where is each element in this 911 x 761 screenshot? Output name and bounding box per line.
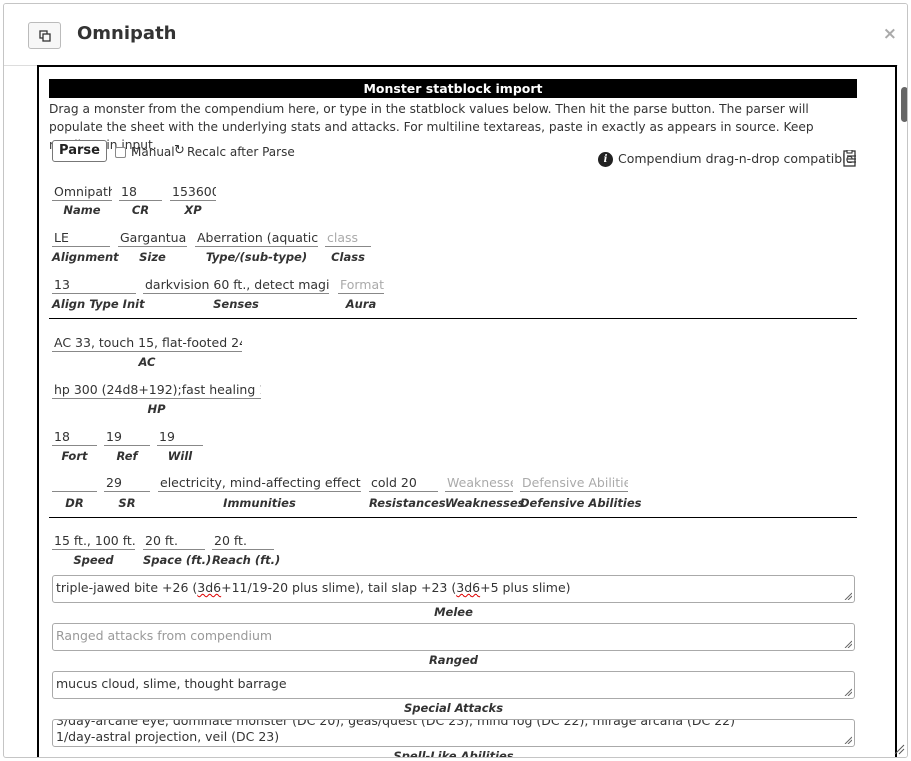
size-field[interactable]: Gargantuan <box>118 229 187 247</box>
type-field[interactable]: Aberration (aquatic) <box>195 229 318 247</box>
manual-checkbox[interactable] <box>115 147 126 158</box>
melee-textarea[interactable]: triple-jawed bite +26 (3d6+11/19-20 plus… <box>52 575 855 603</box>
dialog-title: Omnipath <box>77 23 177 44</box>
melee-label: Melee <box>434 605 473 619</box>
xp-label: XP <box>184 203 202 217</box>
spell-like-line: 3/day-arcane eye, dominate monster (DC 2… <box>56 719 735 728</box>
senses-field[interactable]: darkvision 60 ft., detect magic <box>143 276 329 294</box>
ac-label: AC <box>138 355 156 369</box>
aura-field[interactable]: Format <box>338 276 384 294</box>
defensive-abilities-label: Defensive Abilities <box>520 496 642 510</box>
sr-label: SR <box>118 496 136 510</box>
sr-field[interactable]: 29 <box>104 474 150 492</box>
close-icon[interactable]: × <box>883 24 897 44</box>
special-attacks-textarea[interactable]: mucus cloud, slime, thought barrage <box>52 671 855 699</box>
dr-label: DR <box>65 496 84 510</box>
recalc-label: Recalc after Parse <box>187 145 295 159</box>
special-attacks-label: Special Attacks <box>403 701 504 715</box>
hp-label: HP <box>147 402 166 416</box>
speed-label: Speed <box>73 553 114 567</box>
dr-field[interactable] <box>52 474 97 492</box>
immunities-field[interactable]: electricity, mind-affecting effects <box>158 474 361 492</box>
will-label: Will <box>167 449 193 463</box>
compendium-compat-label: Compendium drag-n-drop compatible <box>618 151 854 166</box>
spell-like-line: 1/day-astral projection, veil (DC 23) <box>56 729 280 744</box>
cr-label: CR <box>131 203 150 217</box>
dialog-resize-icon[interactable] <box>894 744 905 755</box>
refresh-icon: ↻ <box>174 143 185 158</box>
reach-label: Reach (ft.) <box>212 553 281 567</box>
aura-label: Aura <box>345 297 377 311</box>
ref-label: Ref <box>116 449 138 463</box>
scrollbar-thumb[interactable] <box>901 87 907 122</box>
reach-field[interactable]: 20 ft. <box>212 532 274 550</box>
weaknesses-label: Weaknesses <box>445 496 525 510</box>
ac-field[interactable]: AC 33, touch 15, flat-footed 24 <box>52 334 242 352</box>
resize-grip-icon[interactable] <box>844 688 852 696</box>
speed-field[interactable]: 15 ft., 100 ft. <box>52 532 135 550</box>
statblock-form: Monster statblock import Drag a monster … <box>37 65 897 758</box>
xp-field[interactable]: 153600 <box>170 183 216 201</box>
popout-button[interactable] <box>28 22 61 49</box>
ranged-label: Ranged <box>428 653 479 667</box>
init-field[interactable]: 13 <box>52 276 136 294</box>
name-label: Name <box>63 203 101 217</box>
section-divider <box>49 517 857 518</box>
section-divider <box>49 318 857 319</box>
spell-like-textarea[interactable]: 3/day-arcane eye, dominate monster (DC 2… <box>52 719 855 747</box>
fort-label: Fort <box>61 449 88 463</box>
fort-field[interactable]: 18 <box>52 428 97 446</box>
class-field[interactable]: class <box>325 229 371 247</box>
resize-grip-icon[interactable] <box>844 592 852 600</box>
space-field[interactable]: 20 ft. <box>143 532 205 550</box>
popout-icon <box>39 30 51 42</box>
type-label: Type/(sub-type) <box>205 250 308 264</box>
immunities-label: Immunities <box>223 496 296 510</box>
clipboard-icon <box>843 150 856 167</box>
ref-field[interactable]: 19 <box>104 428 150 446</box>
alignment-field[interactable]: LE <box>52 229 110 247</box>
manual-label: Manual <box>131 145 175 159</box>
statblock-import-dialog: Omnipath × Monster statblock import Drag… <box>3 3 908 758</box>
space-label: Space (ft.) <box>143 553 212 567</box>
senses-label: Senses <box>213 297 259 311</box>
spell-like-label: Spell-Like Abilities <box>393 749 514 758</box>
dialog-titlebar: Omnipath × <box>4 4 907 66</box>
class-label: Class <box>331 250 365 264</box>
resize-grip-icon[interactable] <box>844 640 852 648</box>
info-icon: i <box>598 152 613 167</box>
resistances-label: Resistances <box>369 496 446 510</box>
ranged-textarea[interactable]: Ranged attacks from compendium <box>52 623 855 651</box>
hp-field[interactable]: hp 300 (24d8+192);fast healing 10 <box>52 381 261 399</box>
statblock-header: Monster statblock import <box>49 79 857 98</box>
defensive-abilities-field[interactable]: Defensive Abilitie <box>520 474 628 492</box>
alignment-label: Alignment <box>52 250 119 264</box>
parse-button[interactable]: Parse <box>52 140 107 162</box>
name-field[interactable]: Omnipath <box>52 183 112 201</box>
cr-field[interactable]: 18 <box>119 183 162 201</box>
scrollbar[interactable] <box>898 65 907 757</box>
resistances-field[interactable]: cold 20 <box>369 474 438 492</box>
init-label: Align Type Init <box>52 297 145 311</box>
will-field[interactable]: 19 <box>157 428 203 446</box>
resize-grip-icon[interactable] <box>844 736 852 744</box>
weaknesses-field[interactable]: Weaknesse <box>445 474 513 492</box>
size-label: Size <box>139 250 166 264</box>
